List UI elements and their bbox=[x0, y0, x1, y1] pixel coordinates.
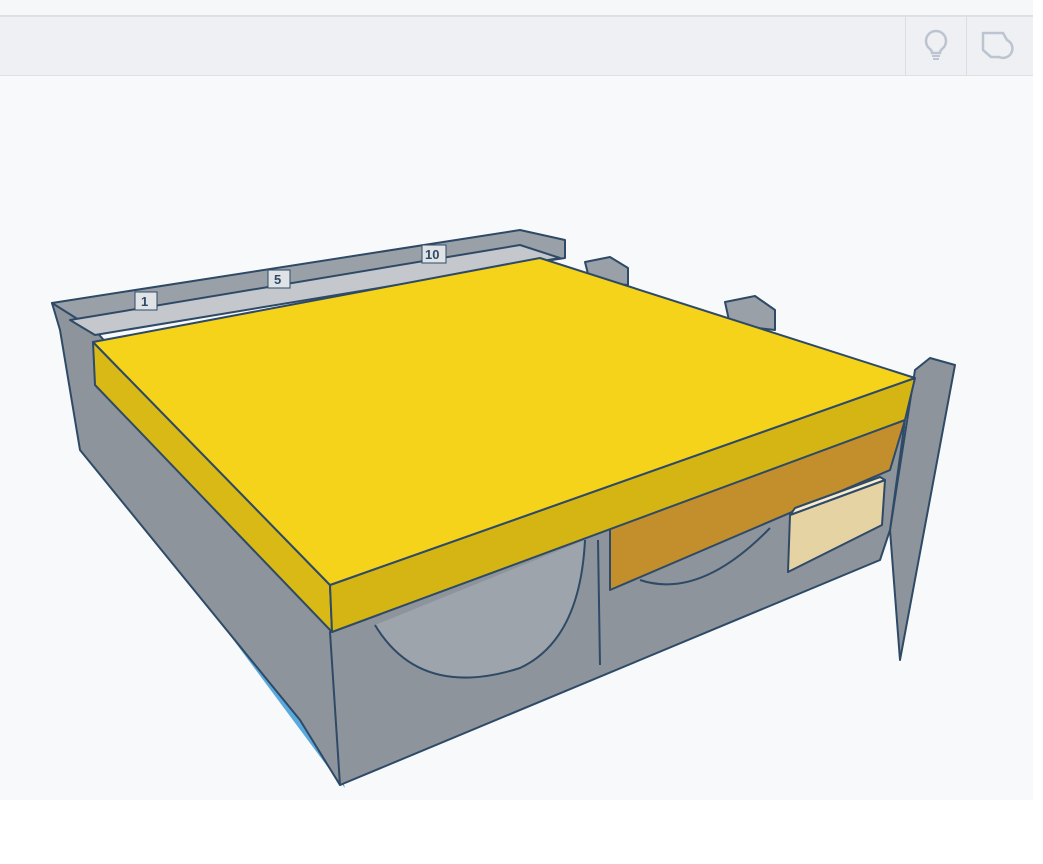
3d-workplane-viewport[interactable]: 1 5 10 bbox=[0, 76, 1033, 800]
compartment-label-5: 5 bbox=[274, 272, 281, 287]
3d-model: 1 5 10 bbox=[51, 229, 956, 788]
compartment-label-1: 1 bbox=[141, 294, 148, 309]
compartment-label-10: 10 bbox=[425, 247, 439, 262]
